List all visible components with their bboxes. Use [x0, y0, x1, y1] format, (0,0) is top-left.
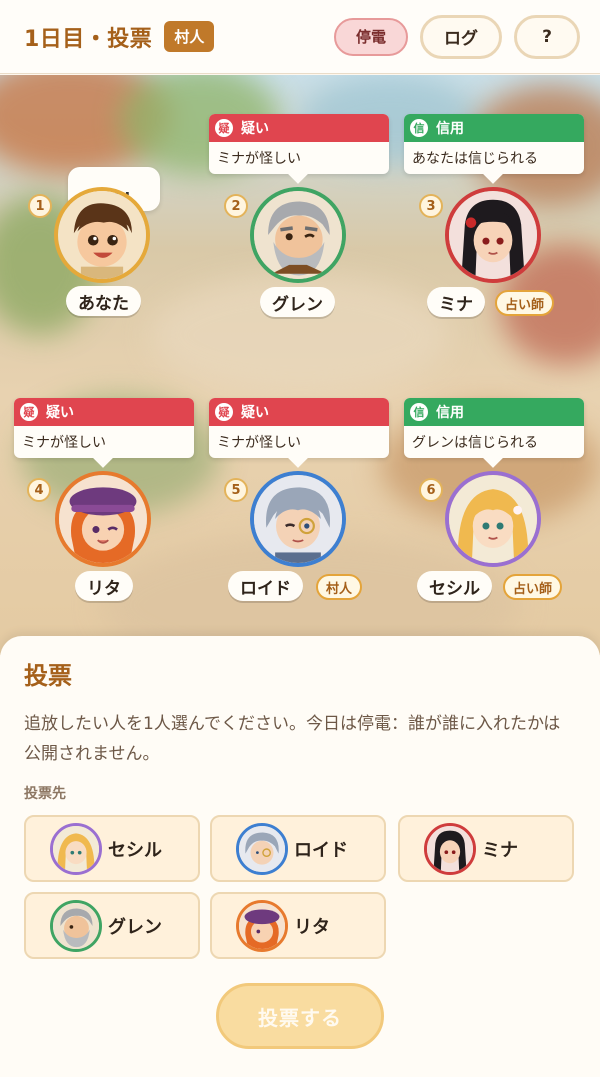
- speech-bubble: 疑疑い ミナが怪しい: [14, 398, 194, 468]
- avatar: [424, 822, 476, 875]
- bubble-header-label: 疑い: [241, 121, 269, 137]
- bubble-header-label: 疑い: [241, 405, 269, 421]
- player-1: …… 1 あなた: [10, 112, 200, 332]
- bubble-header-trust: 信信用: [404, 398, 584, 426]
- speech-bubble: 疑疑い ミナが怪しい: [209, 114, 389, 184]
- top-bar: 1日目・投票 村人 停電 ログ ?: [0, 0, 600, 74]
- vote-panel: 投票 追放したい人を1人選んでください。今日は停電：誰が誰に入れたかは公開されま…: [0, 636, 600, 1077]
- doubt-icon: 疑: [215, 119, 233, 137]
- targets-label: 投票先: [24, 786, 66, 802]
- avatar: [50, 899, 102, 952]
- bubble-header-trust: 信信用: [404, 114, 584, 142]
- help-button[interactable]: ?: [514, 14, 580, 59]
- player-name: ミナ: [427, 287, 485, 317]
- avatar-cecil: [445, 471, 541, 567]
- speech-bubble: 信信用 あなたは信じられる: [404, 114, 584, 184]
- panel-description: 追放したい人を1人選んでください。今日は停電：誰が誰に入れたかは公開されません。: [24, 714, 561, 764]
- vote-option-cecil[interactable]: セシル: [24, 815, 200, 882]
- page-title: 1日目・投票: [24, 26, 153, 52]
- bubble-header-doubt: 疑疑い: [209, 114, 389, 142]
- role-tag: 占い師: [495, 290, 555, 316]
- panel-title: 投票: [24, 662, 72, 690]
- vote-option-mina[interactable]: ミナ: [398, 815, 574, 882]
- trust-icon: 信: [410, 119, 428, 137]
- player-3: 信信用 あなたは信じられる 3 ミナ 占い師: [399, 114, 589, 334]
- vote-option-glen[interactable]: グレン: [24, 892, 200, 959]
- seat-number: 2: [224, 194, 248, 218]
- vote-option-rita[interactable]: リタ: [210, 892, 386, 959]
- option-name: ミナ: [482, 839, 518, 861]
- player-name: リタ: [75, 571, 133, 601]
- bubble-header-label: 疑い: [46, 405, 74, 421]
- doubt-icon: 疑: [20, 403, 38, 421]
- player-name: セシル: [417, 571, 492, 601]
- role-tag: 村人: [316, 574, 363, 600]
- player-4: 疑疑い ミナが怪しい 4 リタ: [9, 398, 199, 618]
- seat-number: 4: [27, 478, 51, 502]
- option-name: セシル: [108, 839, 162, 861]
- option-name: グレン: [108, 916, 162, 938]
- doubt-icon: 疑: [215, 403, 233, 421]
- vote-options: セシル ロイド ミナ グレン リタ: [24, 815, 576, 965]
- avatar: [236, 822, 288, 875]
- bubble-header-label: 信用: [436, 405, 464, 421]
- bubble-header-doubt: 疑疑い: [209, 398, 389, 426]
- bubble-header-doubt: 疑疑い: [14, 398, 194, 426]
- speech-bubble: 疑疑い ミナが怪しい: [209, 398, 389, 468]
- avatar-glen: [250, 187, 346, 283]
- avatar-you: [54, 187, 150, 283]
- avatar: [236, 899, 288, 952]
- my-role-badge: 村人: [164, 21, 215, 52]
- avatar-lloyd: [250, 471, 346, 567]
- speech-bubble: 信信用 グレンは信じられる: [404, 398, 584, 468]
- role-tag: 占い師: [503, 574, 563, 600]
- option-name: リタ: [294, 916, 330, 938]
- player-name: ロイド: [228, 571, 303, 601]
- trust-icon: 信: [410, 403, 428, 421]
- player-6: 信信用 グレンは信じられる 6 セシル 占い師: [399, 398, 589, 618]
- log-button[interactable]: ログ: [420, 14, 502, 59]
- player-name: あなた: [66, 286, 141, 316]
- avatar-rita: [55, 471, 151, 567]
- player-2: 疑疑い ミナが怪しい 2 グレン: [204, 114, 394, 334]
- seat-number: 5: [224, 478, 248, 502]
- vote-option-lloyd[interactable]: ロイド: [210, 815, 386, 882]
- submit-vote-button[interactable]: 投票する: [216, 983, 384, 1049]
- player-5: 疑疑い ミナが怪しい 5 ロイド 村人: [204, 398, 394, 618]
- seat-number: 6: [419, 478, 443, 502]
- player-name: グレン: [260, 287, 335, 317]
- avatar: [50, 822, 102, 875]
- option-name: ロイド: [294, 839, 348, 861]
- outage-status-badge: 停電: [334, 17, 408, 56]
- avatar-mina: [445, 187, 541, 283]
- seat-number: 3: [419, 194, 443, 218]
- bubble-header-label: 信用: [436, 121, 464, 137]
- seat-number: 1: [28, 194, 52, 218]
